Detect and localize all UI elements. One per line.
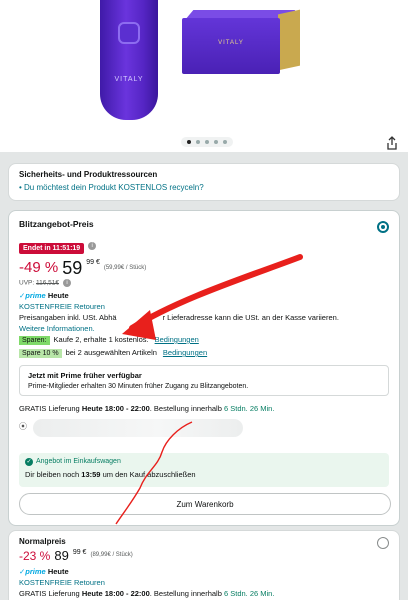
product-device-image: VITALY — [100, 0, 158, 120]
deal-price-fraction: 99 € — [86, 259, 100, 266]
delivery-address[interactable]: ⦿ — [19, 419, 389, 437]
terms-link[interactable]: Bedingungen — [155, 335, 199, 344]
terms-link[interactable]: Bedingungen — [163, 348, 207, 357]
free-returns-link[interactable]: KOSTENFREIE Retouren — [19, 578, 389, 587]
deal-discount: -49 % — [19, 259, 59, 276]
normal-radio-button[interactable] — [377, 537, 389, 549]
uvp-price: UVP: 116,51€ i — [19, 279, 389, 287]
more-info-link[interactable]: Weitere Informationen. — [19, 324, 389, 333]
carousel-dot[interactable] — [214, 140, 218, 144]
deal-timer-badge: Endet in 11:51:19 — [19, 243, 85, 254]
location-pin-icon: ⦿ — [19, 422, 27, 431]
normal-discount: -23 % — [19, 549, 51, 563]
normal-price-fraction: 99 € — [72, 549, 87, 556]
go-to-cart-button[interactable]: Zum Warenkorb — [19, 493, 391, 515]
normal-price: -23 % 89 99 € (89,99€ / Stück) — [19, 549, 389, 563]
carousel-dots[interactable] — [181, 137, 233, 147]
info-icon[interactable]: i — [63, 279, 71, 287]
safety-resources-card: Sicherheits- und Produktressourcen • Du … — [8, 163, 400, 201]
prime-early-access-box: Jetzt mit Prime früher verfügbar Prime-M… — [19, 365, 389, 396]
save-promo: Sparen: Kaufe 2, erhalte 1 kostenlos. Bedi… — [19, 335, 389, 345]
device-brand: VITALY — [114, 76, 144, 83]
carousel-dot[interactable] — [205, 140, 209, 144]
product-box-image: VITALY — [182, 9, 300, 74]
prime-delivery-badge: ✓prime Heute — [19, 291, 69, 300]
deal-price: -49 % 59 99 € (59,99€ / Stück) — [19, 259, 389, 277]
check-circle-icon: ✓ — [25, 458, 33, 466]
redacted-address — [33, 419, 243, 437]
product-image-carousel[interactable]: VITALY VITALY — [0, 0, 408, 152]
carousel-dot[interactable] — [196, 140, 200, 144]
lightning-deal-option[interactable]: Blitzangebot-Preis Endet in 11:51:19 i -4… — [8, 210, 400, 526]
carousel-dot[interactable] — [187, 140, 191, 144]
normal-unit-price: (89,99€ / Stück) — [90, 552, 133, 558]
device-button — [118, 22, 140, 44]
deal-price-whole: 59 — [62, 258, 83, 278]
deal-title: Blitzangebot-Preis — [19, 219, 94, 229]
recycle-link[interactable]: • Du möchtest dein Produkt KOSTENLOS rec… — [19, 183, 389, 192]
deal-unit-price: (59,99€ / Stück) — [103, 265, 147, 271]
free-returns-link[interactable]: KOSTENFREIE Retouren — [19, 302, 389, 311]
delivery-info: GRATIS Lieferung Heute 18:00 - 22:00. Be… — [19, 404, 275, 413]
safety-heading: Sicherheits- und Produktressourcen — [19, 170, 158, 179]
carousel-dot[interactable] — [223, 140, 227, 144]
normal-price-whole: 89 — [54, 548, 69, 563]
info-icon[interactable]: i — [88, 241, 97, 250]
normal-price-option[interactable]: Normalpreis -23 % 89 99 € (89,99€ / Stüc… — [8, 530, 400, 600]
share-icon[interactable] — [386, 136, 398, 150]
delivery-info: GRATIS Lieferung Heute 18:00 - 22:00. Be… — [19, 589, 275, 598]
tax-note: Preisangaben inkl. USt. Abhä r Lieferadre… — [19, 313, 339, 322]
normal-title: Normalpreis — [19, 537, 66, 546]
spare-promo: Spare 10 % bei 2 ausgewählten Artikeln Bed… — [19, 348, 389, 358]
deal-radio-button[interactable] — [377, 221, 389, 233]
prime-delivery-badge: ✓prime Heute — [19, 567, 69, 576]
cart-status-box: ✓ Angebot im Einkaufswagen Dir bleiben no… — [19, 453, 389, 487]
box-brand: VITALY — [218, 40, 244, 46]
